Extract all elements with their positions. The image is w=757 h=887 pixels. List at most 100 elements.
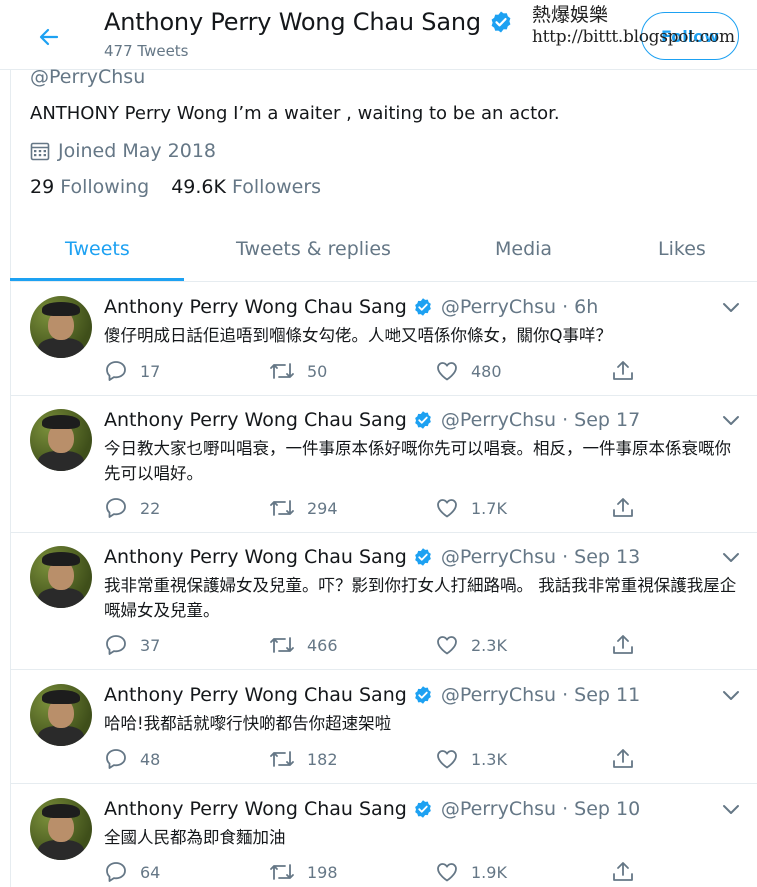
reply-count: 37 (140, 635, 161, 655)
retweet-icon (270, 363, 294, 379)
retweet-button[interactable]: 198 (269, 860, 338, 884)
chevron-down-icon[interactable] (722, 302, 740, 314)
tab-tweets[interactable]: Tweets (65, 215, 130, 282)
heart-icon (437, 636, 457, 655)
tweet-header: Anthony Perry Wong Chau Sang @PerryChsu … (104, 546, 640, 568)
retweet-button[interactable]: 466 (269, 633, 338, 657)
tweet-author-name[interactable]: Anthony Perry Wong Chau Sang (104, 409, 407, 431)
like-button[interactable]: 1.3K (435, 747, 507, 771)
twitter-profile-page: Anthony Perry Wong Chau Sang 477 Tweets … (0, 0, 757, 887)
back-button[interactable] (36, 24, 62, 50)
header-display-name: Anthony Perry Wong Chau Sang (104, 8, 513, 36)
tweet-header: Anthony Perry Wong Chau Sang @PerryChsu … (104, 684, 640, 706)
tweet-item[interactable]: Anthony Perry Wong Chau Sang @PerryChsu … (10, 670, 757, 784)
followers-label: Followers (232, 176, 322, 198)
reply-icon (106, 749, 126, 769)
tweet-item[interactable]: Anthony Perry Wong Chau Sang @PerryChsu … (10, 784, 757, 887)
joined-date: Joined May 2018 (30, 140, 216, 162)
tweet-meta[interactable]: @PerryChsu · Sep 10 (441, 798, 640, 820)
tweet-item[interactable]: Anthony Perry Wong Chau Sang @PerryChsu … (10, 283, 757, 396)
heart-icon (437, 362, 457, 381)
tab-media[interactable]: Media (495, 215, 552, 282)
retweet-icon (270, 751, 294, 767)
followers-stat[interactable]: 49.6K Followers (171, 176, 321, 198)
retweet-count: 198 (307, 862, 338, 882)
like-button[interactable]: 2.3K (435, 633, 507, 657)
share-button[interactable] (611, 496, 647, 520)
tweet-author-name[interactable]: Anthony Perry Wong Chau Sang (104, 798, 407, 820)
share-icon (613, 635, 633, 654)
avatar[interactable] (30, 798, 92, 860)
heart-icon (437, 499, 457, 518)
like-count: 1.3K (471, 749, 507, 769)
chevron-down-icon[interactable] (722, 552, 740, 564)
reply-button[interactable]: 64 (104, 860, 160, 884)
tweet-item[interactable]: Anthony Perry Wong Chau Sang @PerryChsu … (10, 533, 757, 670)
reply-count: 64 (140, 862, 161, 882)
tweet-text: 我非常重視保護婦女及兒童。吓？影到你打女人打細路喎。 我話我非常重視保護我屋企嘅… (104, 576, 737, 620)
tweet-text: 全國人民都為即食麵加油 (104, 828, 286, 847)
retweet-button[interactable]: 50 (269, 359, 327, 383)
tweet-header: Anthony Perry Wong Chau Sang @PerryChsu … (104, 798, 640, 820)
share-icon (613, 498, 633, 517)
follow-button[interactable]: Follow (641, 12, 739, 60)
share-button[interactable] (611, 359, 647, 383)
retweet-count: 294 (307, 498, 338, 518)
tweet-author-name[interactable]: Anthony Perry Wong Chau Sang (104, 546, 407, 568)
retweet-button[interactable]: 182 (269, 747, 338, 771)
following-stat[interactable]: 29 Following (30, 176, 149, 198)
share-button[interactable] (611, 633, 647, 657)
tweet-actions: 17 50 480 (104, 359, 644, 385)
share-icon (613, 361, 633, 380)
share-icon (613, 862, 633, 881)
tweet-meta[interactable]: @PerryChsu · Sep 11 (441, 684, 640, 706)
share-button[interactable] (611, 860, 647, 884)
tweet-meta[interactable]: @PerryChsu · Sep 13 (441, 546, 640, 568)
reply-button[interactable]: 48 (104, 747, 160, 771)
retweet-icon (270, 500, 294, 516)
verified-badge-icon (414, 800, 431, 818)
tweet-actions: 37 466 2.3K (104, 633, 644, 659)
following-count: 29 (30, 176, 55, 198)
chevron-down-icon[interactable] (722, 690, 740, 702)
retweet-button[interactable]: 294 (269, 496, 338, 520)
reply-icon (106, 862, 126, 882)
share-button[interactable] (611, 747, 647, 771)
like-button[interactable]: 480 (435, 359, 502, 383)
reply-button[interactable]: 37 (104, 633, 160, 657)
tweet-item[interactable]: Anthony Perry Wong Chau Sang @PerryChsu … (10, 396, 757, 533)
chevron-down-icon[interactable] (722, 804, 740, 816)
tweet-meta[interactable]: @PerryChsu · 6h (441, 296, 599, 318)
tweet-meta[interactable]: @PerryChsu · Sep 17 (441, 409, 640, 431)
calendar-icon (30, 142, 50, 161)
tweet-author-name[interactable]: Anthony Perry Wong Chau Sang (104, 296, 407, 318)
avatar[interactable] (30, 296, 92, 358)
retweet-count: 182 (307, 749, 338, 769)
tweet-count: 477 Tweets (104, 42, 189, 60)
chevron-down-icon[interactable] (722, 415, 740, 427)
tab-likes[interactable]: Likes (658, 215, 706, 282)
reply-icon (106, 498, 126, 518)
avatar[interactable] (30, 546, 92, 608)
tab-tweets-replies[interactable]: Tweets & replies (236, 215, 391, 282)
reply-count: 22 (140, 498, 161, 518)
tweet-text: 傻仔明成日話佢追唔到嗰條女勾佬。人哋又唔係你條女，關你Q事咩？ (104, 326, 612, 345)
avatar[interactable] (30, 409, 92, 471)
retweet-count: 50 (307, 361, 328, 381)
like-count: 1.9K (471, 862, 507, 882)
share-icon (613, 749, 633, 768)
reply-button[interactable]: 17 (104, 359, 160, 383)
header-name-text: Anthony Perry Wong Chau Sang (104, 8, 481, 36)
reply-button[interactable]: 22 (104, 496, 160, 520)
tweet-actions: 64 198 1.9K (104, 860, 644, 886)
tweet-author-name[interactable]: Anthony Perry Wong Chau Sang (104, 684, 407, 706)
tweet-header: Anthony Perry Wong Chau Sang @PerryChsu … (104, 296, 598, 318)
heart-icon (437, 863, 457, 882)
like-button[interactable]: 1.9K (435, 860, 507, 884)
like-button[interactable]: 1.7K (435, 496, 507, 520)
like-count: 1.7K (471, 498, 507, 518)
avatar[interactable] (30, 684, 92, 746)
profile-tabs: Tweets Tweets & replies Media Likes (10, 215, 757, 282)
retweet-icon (270, 864, 294, 880)
reply-count: 17 (140, 361, 161, 381)
